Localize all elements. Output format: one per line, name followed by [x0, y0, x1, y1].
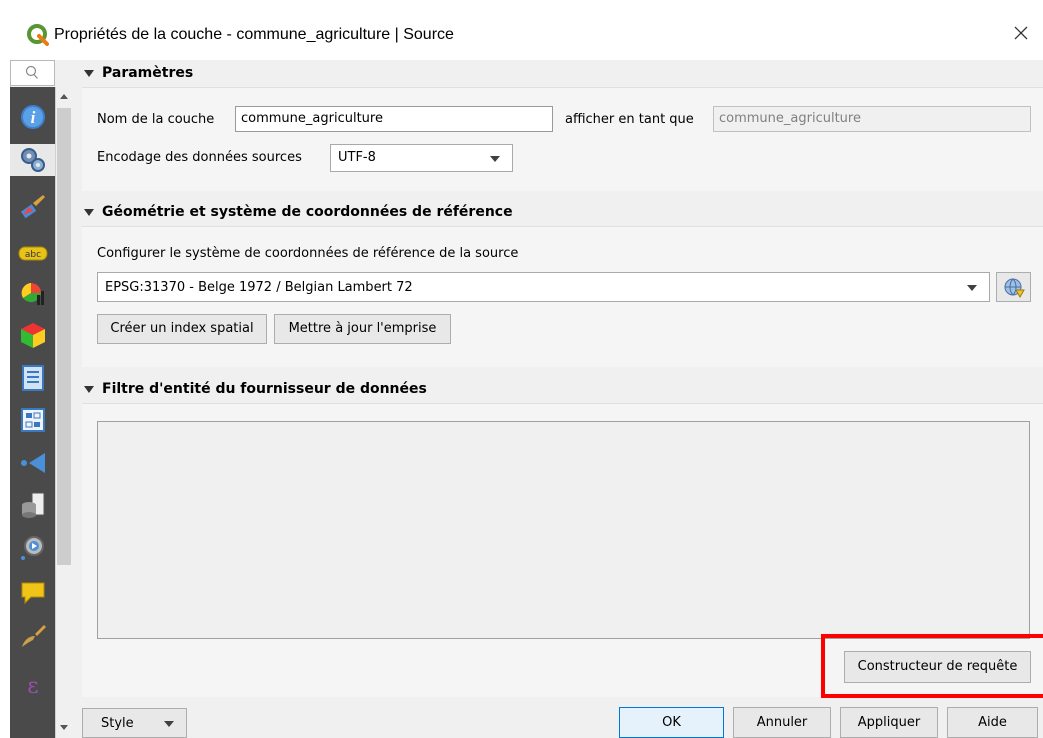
chevron-down-icon — [164, 721, 174, 727]
diagrams-icon[interactable] — [16, 277, 50, 309]
select-crs-button[interactable] — [996, 272, 1031, 302]
search-icon — [25, 65, 38, 79]
window-title: Propriétés de la couche - commune_agricu… — [54, 26, 454, 43]
apply-button[interactable]: Appliquer — [840, 707, 938, 738]
variables-icon[interactable]: ε — [16, 669, 50, 701]
chevron-down-icon — [490, 156, 500, 162]
layer-name-input[interactable]: commune_agriculture — [235, 106, 553, 132]
symbology-icon[interactable] — [16, 191, 50, 223]
sidebar-search-input[interactable] — [10, 60, 55, 86]
encoding-value: UTF-8 — [338, 150, 376, 165]
collapse-triangle-icon — [84, 70, 94, 77]
section-title-geometrie: Géométrie et système de coordonnées de r… — [102, 204, 513, 220]
svg-text:i: i — [31, 108, 36, 127]
crs-value: EPSG:31370 - Belge 1972 / Belgian Lamber… — [105, 280, 413, 295]
collapse-triangle-icon — [84, 209, 94, 216]
display-icon[interactable] — [16, 577, 50, 609]
globe-icon — [1004, 278, 1025, 299]
style-label: Style — [101, 716, 134, 731]
source-icon[interactable] — [10, 144, 55, 176]
create-spatial-index-button[interactable]: Créer un index spatial — [97, 314, 267, 344]
rendering-icon[interactable] — [16, 620, 50, 652]
filter-expression-textarea[interactable] — [97, 421, 1030, 639]
ok-button[interactable]: OK — [619, 707, 724, 738]
collapse-triangle-icon — [84, 386, 94, 393]
3d-view-icon[interactable] — [16, 319, 50, 351]
highlight-annotation — [821, 634, 1043, 698]
labels-icon[interactable]: abc — [16, 237, 50, 269]
section-title-parametres: Paramètres — [102, 65, 194, 81]
help-button[interactable]: Aide — [947, 707, 1038, 738]
parametres-group — [82, 87, 1043, 191]
joins-icon[interactable] — [16, 447, 50, 479]
fields-icon[interactable] — [16, 362, 50, 394]
chevron-down-icon — [967, 285, 977, 291]
layer-name-label: Nom de la couche — [97, 112, 215, 127]
title-bar: Propriétés de la couche - commune_agricu… — [0, 0, 1043, 60]
display-as-input: commune_agriculture — [713, 106, 1031, 132]
qgis-logo-icon — [27, 24, 49, 46]
section-header-geometrie[interactable]: Géométrie et système de coordonnées de r… — [78, 199, 1043, 225]
svg-text:abc: abc — [25, 250, 41, 260]
sidebar: i abc ε — [10, 87, 55, 738]
information-icon[interactable]: i — [16, 101, 50, 133]
sidebar-scroll-thumb[interactable] — [57, 108, 71, 565]
section-header-filtre[interactable]: Filtre d'entité du fournisseur de donnée… — [78, 376, 1043, 402]
crs-select[interactable]: EPSG:31370 - Belge 1972 / Belgian Lamber… — [97, 272, 990, 302]
close-icon[interactable] — [1006, 20, 1036, 48]
svg-text:ε: ε — [27, 674, 38, 698]
actions-icon[interactable] — [16, 532, 50, 564]
scroll-down-icon[interactable] — [55, 718, 73, 736]
scroll-up-icon[interactable] — [55, 88, 73, 106]
encoding-label: Encodage des données sources — [97, 150, 302, 165]
section-header-parametres[interactable]: Paramètres — [78, 60, 1043, 86]
section-title-filtre: Filtre d'entité du fournisseur de donnée… — [102, 381, 427, 397]
attributes-form-icon[interactable] — [16, 404, 50, 436]
cancel-button[interactable]: Annuler — [733, 707, 831, 738]
style-menu-button[interactable]: Style — [82, 708, 187, 738]
crs-label: Configurer le système de coordonnées de … — [97, 246, 519, 261]
update-extent-button[interactable]: Mettre à jour l'emprise — [274, 314, 451, 344]
auxiliary-storage-icon[interactable] — [16, 490, 50, 522]
display-as-label: afficher en tant que — [565, 112, 694, 127]
encoding-select[interactable]: UTF-8 — [330, 144, 513, 172]
